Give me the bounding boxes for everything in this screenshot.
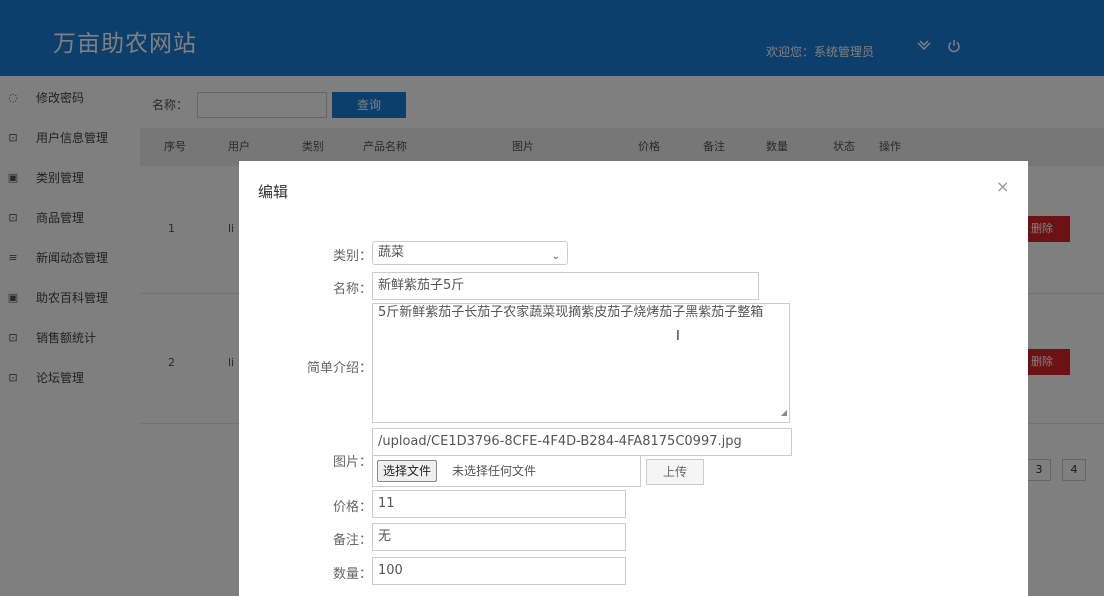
name-input[interactable]: 新鲜紫茄子5斤 [372,272,759,300]
chevron-down-icon: ⌄ [551,251,560,262]
name-label: 名称： [332,282,372,297]
remark-input[interactable]: 无 [372,523,626,551]
modal-title: 编辑 [258,183,289,201]
resize-grip-icon[interactable]: ◢ [781,405,787,421]
close-icon[interactable]: × [996,179,1009,195]
category-select[interactable]: 蔬菜 ⌄ [372,241,568,265]
choose-file-button[interactable]: 选择文件 [377,460,438,482]
quantity-input[interactable]: 100 [372,557,626,585]
price-input[interactable]: 11 [372,490,626,518]
intro-textarea[interactable]: 5斤新鲜紫茄子长茄子农家蔬菜现摘紫皮茄子烧烤茄子黑紫茄子整箱 ◢ [372,303,790,423]
file-chooser: 选择文件 未选择任何文件 [372,455,641,487]
price-label: 价格： [332,500,372,515]
category-select-value: 蔬菜 [378,245,405,260]
text-cursor-icon: I [676,329,680,344]
no-file-text: 未选择任何文件 [452,464,537,478]
edit-modal: 编辑 × 类别： 蔬菜 ⌄ 名称： 新鲜紫茄子5斤 简单介绍： 5斤新鲜紫茄子长… [239,161,1028,596]
quantity-label: 数量： [332,567,372,582]
category-label: 类别： [332,249,372,264]
image-path-input[interactable]: /upload/CE1D3796-8CFE-4F4D-B284-4FA8175C… [372,428,792,456]
intro-label: 简单介绍： [306,361,372,376]
remark-label: 备注： [332,533,372,548]
intro-text: 5斤新鲜紫茄子长茄子农家蔬菜现摘紫皮茄子烧烤茄子黑紫茄子整箱 [378,305,764,320]
upload-button[interactable]: 上传 [646,459,704,485]
image-label: 图片： [332,455,372,470]
